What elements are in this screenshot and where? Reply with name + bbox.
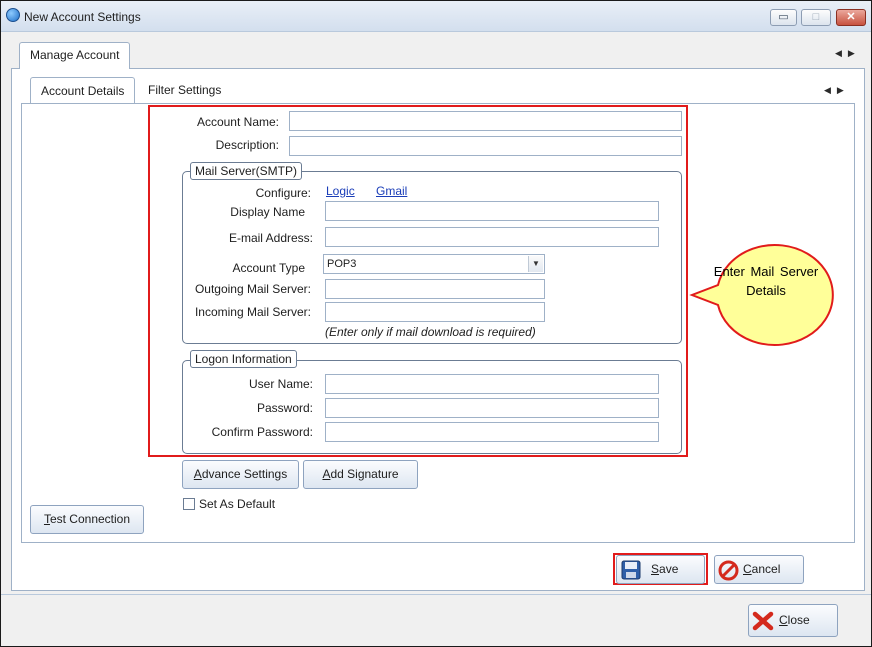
outer-tab-scroll-arrows[interactable]: ◀▶ (835, 48, 861, 59)
test-connection-label: est Connection (49, 512, 131, 526)
title-bar: New Account Settings ▭ □ ✕ (1, 1, 871, 32)
user-name-input[interactable] (325, 374, 659, 394)
close-label-wrap: Close (779, 605, 810, 636)
account-type-select[interactable]: POP3 ▼ (323, 254, 545, 274)
save-mnemonic: S (651, 562, 660, 576)
save-label: ave (659, 562, 679, 576)
user-name-label: User Name: (248, 377, 313, 391)
mail-server-group-title: Mail Server(SMTP) (190, 162, 303, 180)
chevron-down-icon[interactable]: ▼ (528, 256, 543, 272)
confirm-password-input[interactable] (325, 422, 659, 442)
tab-account-details-label: Account Details (41, 84, 125, 98)
footer-divider (1, 594, 871, 595)
set-as-default-checkbox[interactable] (183, 498, 195, 510)
logon-information-group-title: Logon Information (190, 350, 297, 368)
app-icon (6, 8, 20, 22)
save-button[interactable]: Save (616, 555, 705, 584)
save-label-wrap: Save (651, 556, 678, 583)
advance-settings-mnemonic: A (193, 467, 202, 481)
email-address-label: E-mail Address: (228, 231, 313, 245)
test-connection-button[interactable]: Test Connection (30, 505, 144, 534)
add-signature-label: dd Signature (330, 467, 399, 481)
close-button[interactable]: Close (748, 604, 838, 637)
password-input[interactable] (325, 398, 659, 418)
scroll-left-icon[interactable]: ◀ (824, 85, 837, 95)
display-name-label: Display Name (230, 205, 305, 219)
incoming-server-hint: (Enter only if mail download is required… (325, 325, 536, 339)
incoming-mail-server-label: Incoming Mail Server: (194, 305, 311, 319)
tab-account-details[interactable]: Account Details (30, 77, 136, 103)
outgoing-mail-server-input[interactable] (325, 279, 545, 299)
tab-manage-account-label: Manage Account (30, 48, 120, 62)
maximize-button[interactable]: □ (801, 9, 831, 26)
scroll-right-icon[interactable]: ▶ (848, 48, 861, 58)
account-type-value: POP3 (327, 258, 357, 270)
scroll-right-icon[interactable]: ▶ (837, 85, 850, 95)
cancel-mnemonic: C (743, 562, 752, 576)
display-name-input[interactable] (325, 201, 659, 221)
close-x-icon (752, 611, 774, 631)
configure-logic-link[interactable]: Logic (326, 184, 355, 198)
email-address-input[interactable] (325, 227, 659, 247)
add-signature-button[interactable]: Add Signature (303, 460, 418, 489)
tab-filter-settings[interactable]: Filter Settings (138, 77, 231, 103)
advance-settings-button[interactable]: Advance Settings (182, 460, 299, 489)
cancel-icon (718, 560, 739, 581)
confirm-password-label: Confirm Password: (211, 425, 313, 439)
callout-text: Enter Mail Server Details (713, 264, 819, 298)
tab-manage-account[interactable]: Manage Account (19, 42, 131, 69)
advance-settings-label: dvance Settings (201, 467, 288, 481)
minimize-button[interactable]: ▭ (770, 9, 797, 26)
incoming-mail-server-input[interactable] (325, 302, 545, 322)
password-label: Password: (256, 401, 313, 415)
cancel-label-wrap: Cancel (743, 556, 780, 583)
account-name-label: Account Name: (196, 115, 279, 129)
cancel-label: ancel (751, 562, 781, 576)
window-title: New Account Settings (24, 10, 141, 24)
new-account-settings-window: New Account Settings ▭ □ ✕ Manage Accoun… (0, 0, 872, 647)
close-window-button[interactable]: ✕ (836, 9, 866, 26)
scroll-left-icon[interactable]: ◀ (835, 48, 848, 58)
account-type-label: Account Type (232, 261, 306, 275)
tab-filter-settings-label: Filter Settings (148, 83, 222, 97)
inner-tab-scroll-arrows[interactable]: ◀▶ (824, 85, 850, 96)
description-input[interactable] (289, 136, 682, 156)
close-label: lose (787, 613, 810, 627)
outgoing-mail-server-label: Outgoing Mail Server: (194, 282, 311, 296)
enter-mail-server-details-callout: Enter Mail Server Details (689, 244, 834, 346)
close-mnemonic: C (779, 613, 788, 627)
save-disk-icon (621, 560, 641, 580)
configure-gmail-link[interactable]: Gmail (376, 184, 407, 198)
configure-label: Configure: (255, 186, 311, 200)
cancel-button[interactable]: Cancel (714, 555, 804, 584)
account-name-input[interactable] (289, 111, 682, 131)
set-as-default-label: Set As Default (199, 497, 276, 511)
description-label: Description: (215, 138, 279, 152)
